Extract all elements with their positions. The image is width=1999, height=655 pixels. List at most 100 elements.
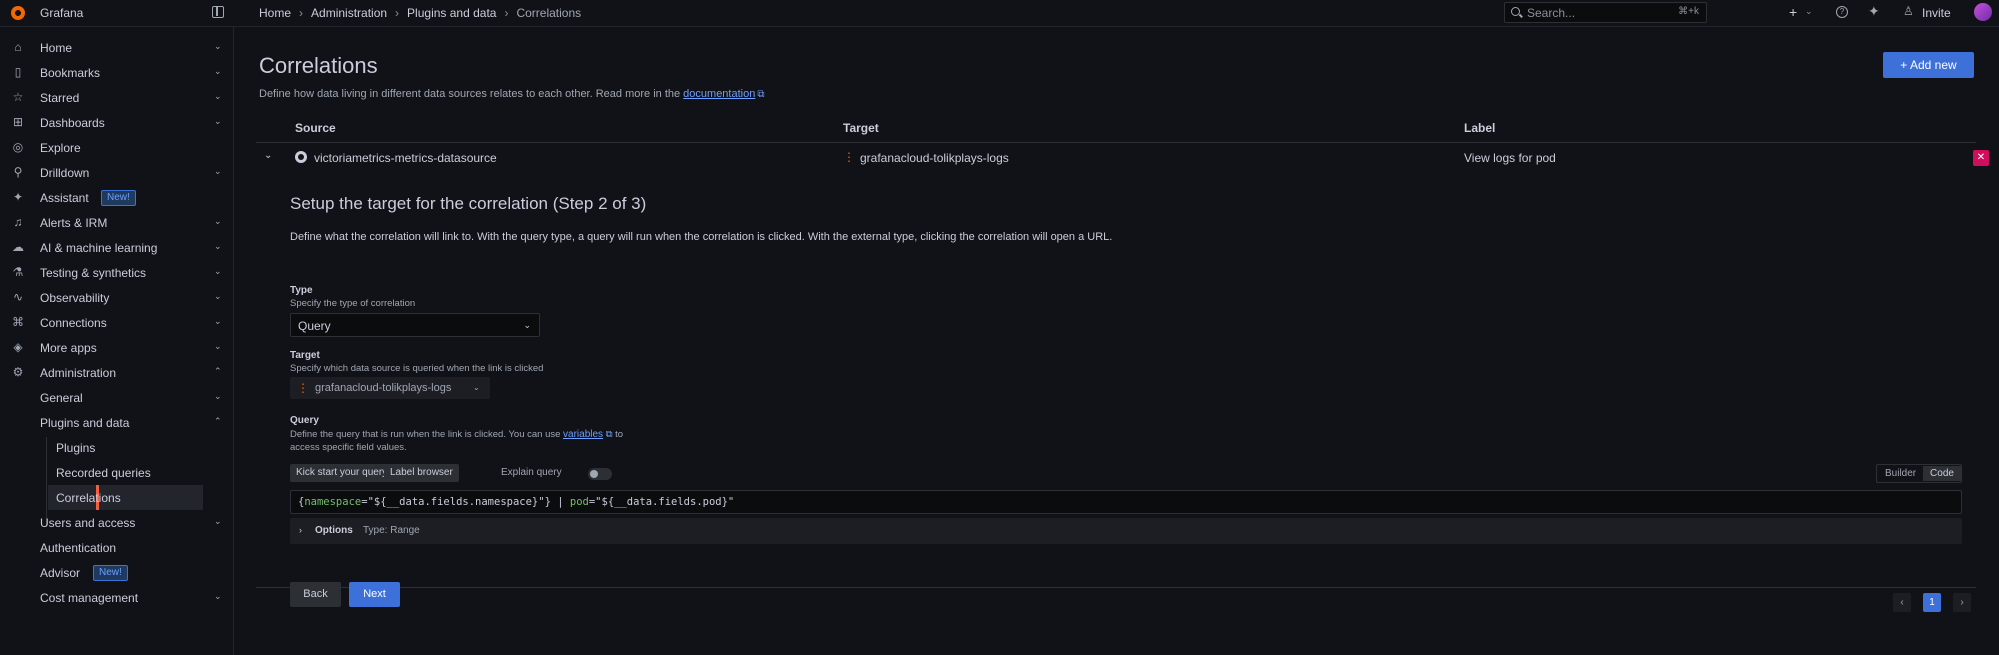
table-row[interactable]: ⌄ victoriametrics-metrics-datasource ⋮ g…: [256, 144, 1989, 172]
chevron-right-icon[interactable]: ›: [1953, 593, 1971, 612]
next-button[interactable]: Next: [349, 582, 400, 607]
chevron-down-icon[interactable]: ⌄: [214, 591, 222, 602]
chevron-down-icon[interactable]: ⌄: [214, 291, 222, 302]
sidebar-item-explore[interactable]: ◎ Explore: [0, 135, 234, 160]
sidebar-item-bookmarks[interactable]: ▯ Bookmarks ⌄: [0, 60, 234, 85]
query-editor[interactable]: {namespace="${__data.fields.namespace}"}…: [290, 490, 1962, 514]
grafana-logo-icon[interactable]: [11, 6, 25, 20]
sidebar-item-connections[interactable]: ⌘ Connections ⌄: [0, 310, 234, 335]
sidebar-item-label: Plugins and data: [40, 416, 130, 430]
sidebar-item-plugins[interactable]: Plugins: [0, 435, 234, 460]
avatar[interactable]: [1974, 3, 1992, 21]
breadcrumb-administration[interactable]: Administration: [311, 6, 387, 20]
sidebar-item-alerts[interactable]: ♫ Alerts & IRM ⌄: [0, 210, 234, 235]
breadcrumb-home[interactable]: Home: [259, 6, 291, 20]
chevron-down-icon[interactable]: ⌄: [214, 116, 222, 127]
type-select[interactable]: Query ⌄: [290, 313, 540, 337]
chevron-down-icon[interactable]: ⌄: [214, 41, 222, 52]
sidebar-item-label: Explore: [40, 141, 81, 155]
correlation-editor: Setup the target for the correlation (St…: [256, 172, 1976, 607]
sidebar-item-correlations[interactable]: Correlations: [48, 485, 203, 510]
sidebar-item-general[interactable]: General ⌄: [0, 385, 234, 410]
breadcrumb-plugins-and-data[interactable]: Plugins and data: [407, 6, 496, 20]
sidebar-item-testing[interactable]: ⚗ Testing & synthetics ⌄: [0, 260, 234, 285]
user-plus-icon[interactable]: ♙: [1903, 4, 1914, 18]
chevron-down-icon[interactable]: ⌄: [214, 166, 222, 177]
chevron-down-icon[interactable]: ⌄: [214, 266, 222, 277]
builder-mode-button[interactable]: Builder: [1885, 468, 1916, 479]
label-browser-button[interactable]: Label browser: [384, 464, 459, 482]
help-icon[interactable]: ?: [1836, 6, 1848, 18]
chevron-down-icon[interactable]: ⌄: [214, 241, 222, 252]
invite-button[interactable]: Invite: [1922, 6, 1951, 20]
row-source: victoriametrics-metrics-datasource: [314, 151, 497, 165]
chevron-down-icon[interactable]: ⌄: [214, 66, 222, 77]
documentation-link[interactable]: documentation: [683, 88, 755, 100]
page-number-button[interactable]: 1: [1923, 593, 1941, 612]
chevron-down-icon[interactable]: ⌄: [214, 516, 222, 527]
type-description: Specify the type of correlation: [290, 298, 416, 309]
query-options-row[interactable]: › Options Type: Range: [290, 518, 1962, 544]
column-header-label: Label: [1464, 121, 1496, 135]
target-datasource-picker[interactable]: ⋮ grafanacloud-tolikplays-logs ⌄: [290, 377, 490, 399]
chevron-left-icon[interactable]: ‹: [1893, 593, 1911, 612]
sidebar-item-label: Dashboards: [40, 116, 105, 130]
back-button[interactable]: Back: [290, 582, 341, 607]
query-description-line2: access specific field values.: [290, 442, 407, 453]
query-token: "${__data.fields.namespace}": [367, 496, 545, 508]
sidebar-item-assistant[interactable]: ✦ Assistant New!: [0, 185, 234, 210]
sidebar-item-cost-management[interactable]: Cost management ⌄: [0, 585, 234, 610]
chevron-down-icon[interactable]: ⌄: [1805, 6, 1813, 17]
query-desc-text: to: [615, 429, 624, 440]
row-label: View logs for pod: [1464, 151, 1556, 165]
sidebar-item-home[interactable]: ⌂ Home ⌄: [0, 35, 234, 60]
sidebar-item-observability[interactable]: ∿ Observability ⌄: [0, 285, 234, 310]
sidebar-item-ai-ml[interactable]: ☁ AI & machine learning ⌄: [0, 235, 234, 260]
sidebar-item-advisor[interactable]: Advisor New!: [0, 560, 234, 585]
sidebar-item-users-and-access[interactable]: Users and access ⌄: [0, 510, 234, 535]
sparkle-icon: ✦: [12, 190, 24, 204]
sparkle-icon[interactable]: ✦: [1868, 3, 1880, 20]
sidebar-item-label: More apps: [40, 341, 97, 355]
step-description: Define what the correlation will link to…: [290, 231, 1113, 243]
chevron-down-icon[interactable]: ⌄: [214, 316, 222, 327]
code-mode-button[interactable]: Code: [1923, 466, 1961, 481]
chevron-down-icon[interactable]: ⌄: [214, 91, 222, 102]
sidebar-item-more-apps[interactable]: ◈ More apps ⌄: [0, 335, 234, 360]
sidebar-item-starred[interactable]: ☆ Starred ⌄: [0, 85, 234, 110]
sidebar-item-dashboards[interactable]: ⊞ Dashboards ⌄: [0, 110, 234, 135]
delete-icon[interactable]: ✕: [1973, 150, 1989, 166]
explain-query-toggle[interactable]: [588, 468, 612, 480]
main-content: Correlations Define how data living in d…: [235, 27, 1999, 655]
sidebar-item-plugins-and-data[interactable]: Plugins and data ⌃: [0, 410, 234, 435]
new-badge: New!: [101, 190, 136, 206]
sidebar-item-recorded-queries[interactable]: Recorded queries: [0, 460, 234, 485]
sidebar-item-label: Assistant: [40, 191, 89, 205]
drilldown-icon: ⚲: [13, 165, 23, 179]
chevron-down-icon[interactable]: ⌄: [214, 216, 222, 227]
chevron-down-icon[interactable]: ⌄: [264, 150, 272, 161]
breadcrumb-correlations: Correlations: [516, 6, 582, 20]
search-input[interactable]: Search... ⌘+k: [1504, 2, 1707, 23]
chevron-down-icon[interactable]: ⌄: [214, 391, 222, 402]
sidebar-item-drilldown[interactable]: ⚲ Drilldown ⌄: [0, 160, 234, 185]
kick-start-query-button[interactable]: Kick start your query: [290, 464, 394, 482]
page-subtitle: Define how data living in different data…: [259, 88, 764, 100]
target-label: Target: [290, 350, 320, 361]
sidebar-item-authentication[interactable]: Authentication: [0, 535, 234, 560]
chevron-down-icon[interactable]: ⌄: [214, 341, 222, 352]
chevron-up-icon[interactable]: ⌃: [214, 416, 222, 427]
dock-menu-icon[interactable]: [212, 6, 224, 18]
plus-icon[interactable]: +: [1789, 4, 1797, 20]
subtitle-text: Define how data living in different data…: [259, 88, 681, 100]
sidebar-item-label: Administration: [40, 366, 117, 380]
chevron-up-icon[interactable]: ⌃: [214, 366, 222, 377]
add-new-button[interactable]: + Add new: [1883, 52, 1974, 78]
sidebar-item-administration[interactable]: ⚙ Administration ⌃: [0, 360, 234, 385]
plug-icon: ⌘: [12, 315, 24, 329]
variables-link[interactable]: variables: [563, 429, 603, 440]
app-root: Grafana Home › Administration › Plugins …: [0, 0, 1999, 655]
brand-name: Grafana: [40, 6, 84, 20]
chevron-down-icon: ⌄: [473, 383, 480, 392]
cog-icon: ⚙: [12, 365, 24, 379]
